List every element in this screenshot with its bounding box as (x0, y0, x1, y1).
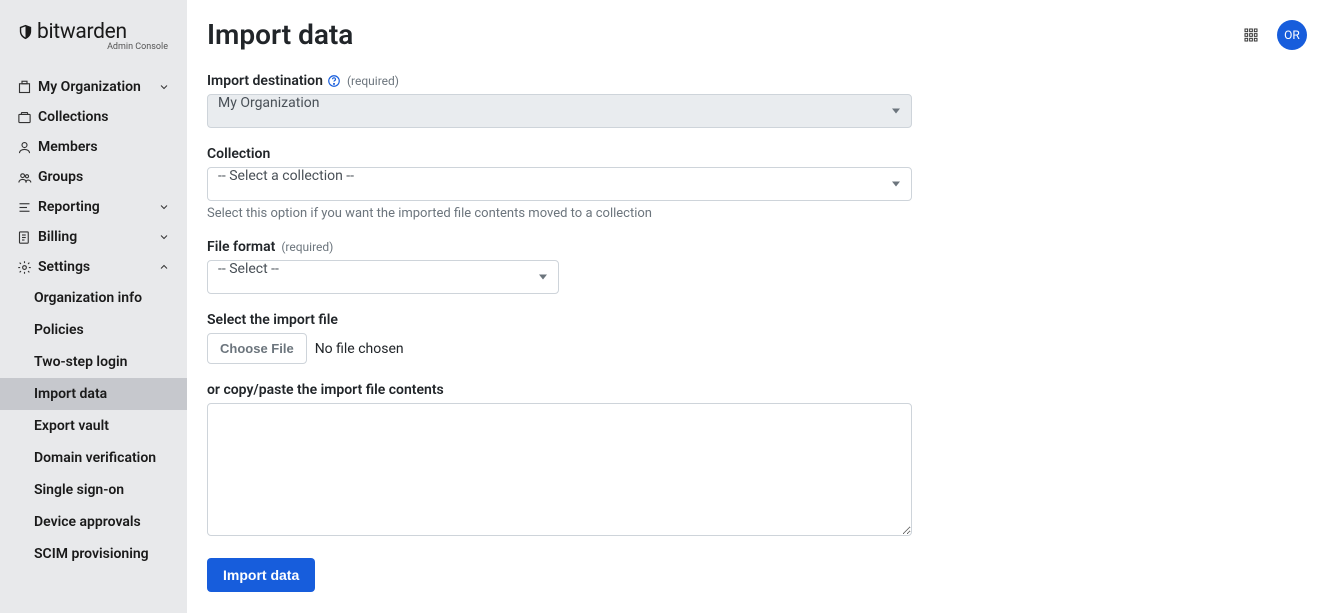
field-import-destination: Import destination (required) My Organiz… (207, 73, 1309, 128)
header-actions: OR (1243, 20, 1307, 50)
shield-icon (17, 22, 34, 42)
sidebar-item-label: Settings (38, 259, 90, 275)
sidebar-item-label: Members (38, 139, 98, 155)
sidebar-item-label: Collections (38, 109, 108, 125)
field-paste-contents: or copy/paste the import file contents (207, 382, 1309, 540)
sub-item-policies[interactable]: Policies (0, 314, 187, 346)
paste-label: or copy/paste the import file contents (207, 382, 444, 398)
sub-item-scim-provisioning[interactable]: SCIM provisioning (0, 538, 187, 570)
field-file-format: File format (required) -- Select -- (207, 239, 1309, 294)
reporting-icon (17, 200, 32, 215)
sub-item-domain-verification[interactable]: Domain verification (0, 442, 187, 474)
collection-label: Collection (207, 146, 270, 162)
file-format-select[interactable]: -- Select -- (207, 260, 559, 294)
sub-item-organization-info[interactable]: Organization info (0, 282, 187, 314)
sub-item-device-approvals[interactable]: Device approvals (0, 506, 187, 538)
organization-icon (17, 80, 32, 95)
field-import-file: Select the import file Choose File No fi… (207, 312, 1309, 364)
main-content: OR Import data Import destination (requi… (187, 0, 1329, 613)
collection-helper: Select this option if you want the impor… (207, 206, 1309, 221)
sidebar-item-label: Reporting (38, 199, 100, 215)
destination-label: Import destination (207, 73, 323, 89)
import-file-label: Select the import file (207, 312, 338, 328)
sub-item-export-vault[interactable]: Export vault (0, 410, 187, 442)
sidebar-item-collections[interactable]: Collections (0, 102, 187, 132)
file-status: No file chosen (315, 341, 404, 357)
sidebar-item-members[interactable]: Members (0, 132, 187, 162)
avatar-initials: OR (1284, 28, 1300, 42)
chevron-up-icon (158, 261, 170, 273)
sidebar-item-label: Billing (38, 229, 77, 245)
file-format-label: File format (207, 239, 275, 255)
sidebar: bitwarden Admin Console My Organization (0, 0, 187, 613)
required-text: (required) (281, 240, 333, 254)
chevron-down-icon (158, 201, 170, 213)
chevron-down-icon (158, 231, 170, 243)
billing-icon (17, 230, 32, 245)
sub-item-single-sign-on[interactable]: Single sign-on (0, 474, 187, 506)
sub-item-two-step-login[interactable]: Two-step login (0, 346, 187, 378)
choose-file-button[interactable]: Choose File (207, 333, 307, 364)
page-title: Import data (207, 18, 1309, 51)
sidebar-item-label: Groups (38, 169, 83, 185)
required-text: (required) (347, 74, 399, 88)
sidebar-item-billing[interactable]: Billing (0, 222, 187, 252)
destination-select[interactable]: My Organization (207, 94, 912, 128)
apps-grid-icon[interactable] (1243, 27, 1259, 43)
gear-icon (17, 260, 32, 275)
sidebar-item-groups[interactable]: Groups (0, 162, 187, 192)
sidebar-item-my-organization[interactable]: My Organization (0, 72, 187, 102)
sidebar-item-reporting[interactable]: Reporting (0, 192, 187, 222)
import-data-button[interactable]: Import data (207, 558, 315, 592)
field-collection: Collection -- Select a collection -- Sel… (207, 146, 1309, 221)
collection-select[interactable]: -- Select a collection -- (207, 167, 912, 201)
groups-icon (17, 170, 32, 185)
sub-item-import-data[interactable]: Import data (0, 378, 187, 410)
brand-logo[interactable]: bitwarden Admin Console (0, 15, 187, 72)
avatar[interactable]: OR (1277, 20, 1307, 50)
paste-textarea[interactable] (207, 403, 912, 536)
members-icon (17, 140, 32, 155)
settings-subnav: Organization info Policies Two-step logi… (0, 282, 187, 570)
chevron-down-icon (158, 81, 170, 93)
collections-icon (17, 110, 32, 125)
sidebar-item-label: My Organization (38, 79, 141, 95)
brand-name: bitwarden (37, 20, 127, 44)
sidebar-item-settings[interactable]: Settings (0, 252, 187, 282)
help-icon[interactable] (327, 74, 341, 88)
